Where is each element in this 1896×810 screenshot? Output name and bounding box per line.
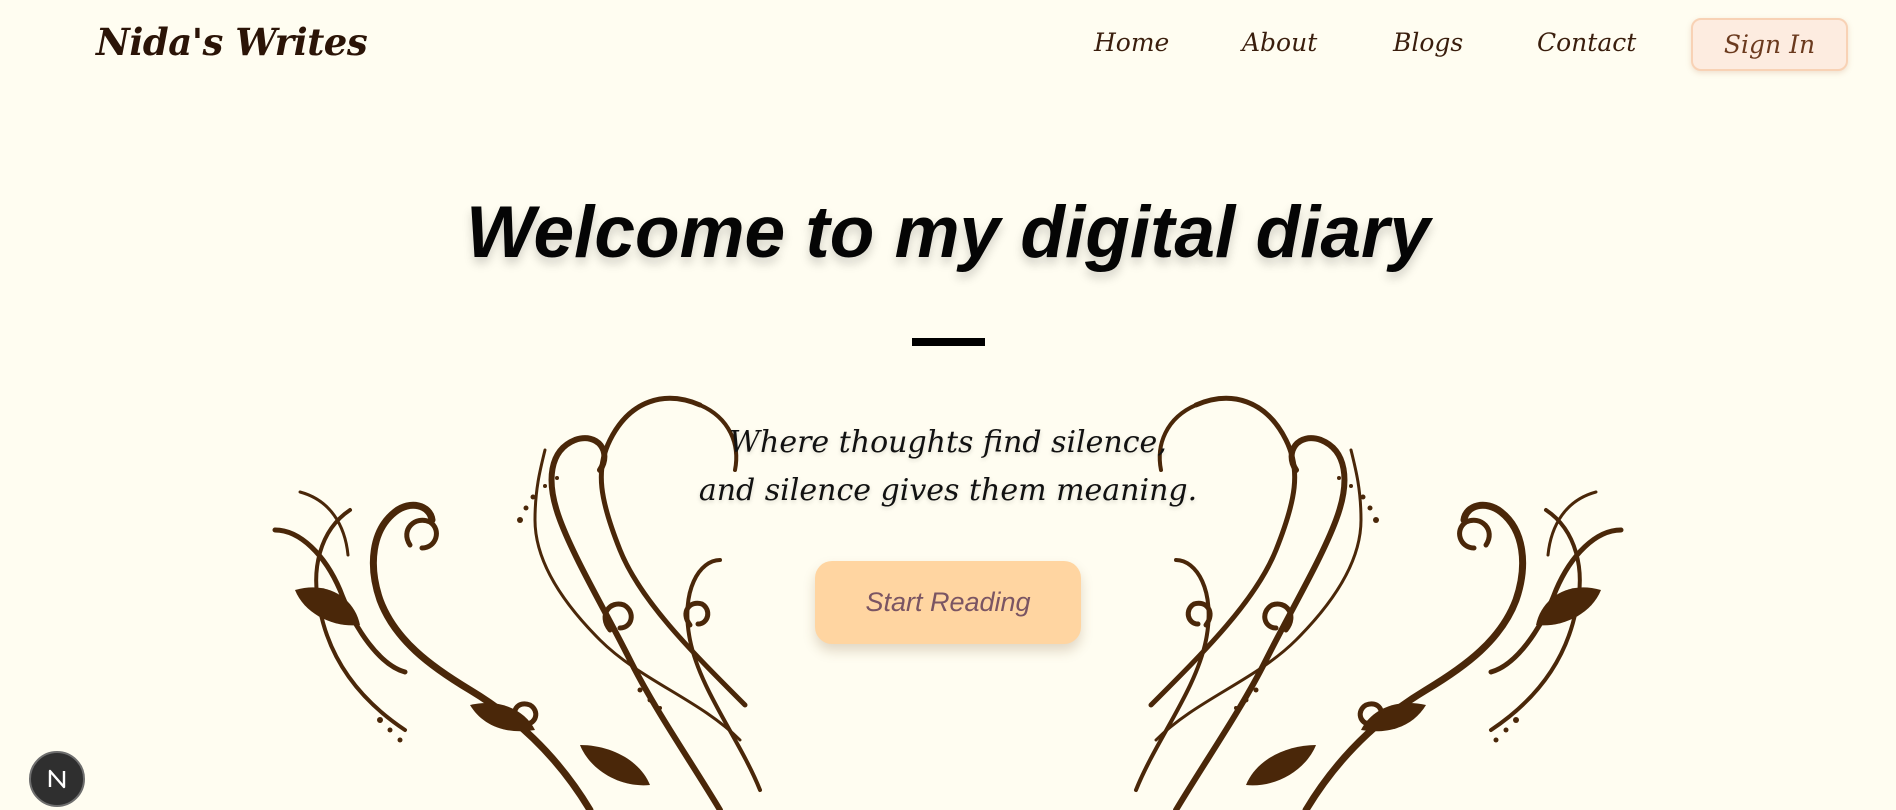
hero-divider xyxy=(912,338,985,346)
nextjs-n-glyph xyxy=(48,769,66,789)
nav-link-about[interactable]: About xyxy=(1242,28,1317,57)
sign-in-button[interactable]: Sign In xyxy=(1691,18,1848,71)
floral-ornament-decoration xyxy=(0,0,1896,810)
hero-subtitle-line-1: Where thoughts find silence, xyxy=(729,425,1167,460)
nextjs-logo-icon[interactable] xyxy=(29,751,85,807)
start-reading-button[interactable]: Start Reading xyxy=(815,561,1081,644)
hero-subtitle-line-2: and silence gives them meaning. xyxy=(698,473,1198,508)
nav-link-contact[interactable]: Contact xyxy=(1537,28,1636,57)
navbar: Nida's Writes Home About Blogs Contact S… xyxy=(0,0,1896,88)
hero-title: Welcome to my digital diary xyxy=(465,192,1431,273)
nav-link-home[interactable]: Home xyxy=(1094,28,1169,57)
nav-link-blogs[interactable]: Blogs xyxy=(1393,28,1463,57)
brand-logo[interactable]: Nida's Writes xyxy=(96,20,368,64)
